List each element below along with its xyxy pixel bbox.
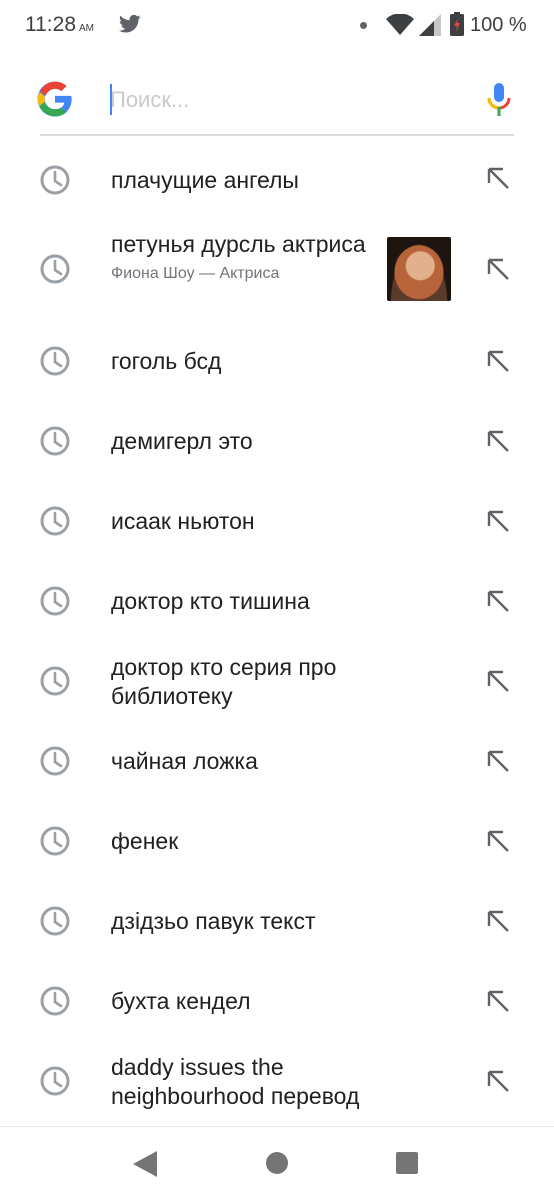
history-item[interactable]: плачущие ангелы <box>0 140 554 220</box>
history-item[interactable]: бухта кендел <box>0 960 554 1040</box>
fill-query-arrow-icon[interactable] <box>486 349 510 373</box>
signal-icon <box>419 14 441 36</box>
history-item-text: daddy issues the neighbourhood перевод <box>111 1054 360 1109</box>
battery-percent: 100 % <box>470 14 527 36</box>
clock-icon <box>40 165 70 195</box>
history-item[interactable]: демигерл это <box>0 400 554 480</box>
clock-icon <box>40 426 70 456</box>
back-icon[interactable] <box>133 1151 157 1177</box>
clock-icon <box>40 1066 70 1096</box>
battery-charging-icon <box>450 12 464 36</box>
fill-query-arrow-icon[interactable] <box>486 829 510 853</box>
history-item-text: плачущие ангелы <box>111 167 299 193</box>
history-item-text: гоголь бсд <box>111 348 222 374</box>
history-item-text: доктор кто тишина <box>111 588 310 614</box>
person-photo-thumbnail <box>387 237 451 301</box>
history-item[interactable]: дзідзьо павук текст <box>0 880 554 960</box>
fill-query-arrow-icon[interactable] <box>486 257 510 281</box>
search-input[interactable] <box>110 82 460 118</box>
clock-icon <box>40 906 70 936</box>
history-item-text: дзідзьо павук текст <box>111 908 316 934</box>
microphone-icon[interactable] <box>485 82 513 118</box>
fill-query-arrow-icon[interactable] <box>486 749 510 773</box>
clock-icon <box>40 746 70 776</box>
clock-icon <box>40 506 70 536</box>
clock-icon <box>40 586 70 616</box>
history-item[interactable]: гоголь бсд <box>0 320 554 400</box>
history-item-text: фенек <box>111 828 179 854</box>
clock-icon <box>40 986 70 1016</box>
clock-icon <box>40 826 70 856</box>
fill-query-arrow-icon[interactable] <box>486 589 510 613</box>
fill-query-arrow-icon[interactable] <box>486 989 510 1013</box>
search-bar <box>0 70 554 138</box>
history-item[interactable]: исаак ньютон <box>0 480 554 560</box>
status-time: 11:28 AM <box>25 13 94 36</box>
history-item-title: петунья дурсль актриса <box>111 231 366 257</box>
notification-dot-icon <box>360 22 367 29</box>
recents-icon[interactable] <box>396 1152 418 1174</box>
wifi-icon <box>386 14 414 35</box>
history-item-text: доктор кто серия про библиотеку <box>111 654 337 709</box>
clock-icon <box>40 346 70 376</box>
search-divider <box>40 134 514 136</box>
home-icon[interactable] <box>266 1152 288 1174</box>
fill-query-arrow-icon[interactable] <box>486 669 510 693</box>
history-item[interactable]: чайная ложка <box>0 720 554 800</box>
history-item[interactable]: доктор кто тишина <box>0 560 554 640</box>
fill-query-arrow-icon[interactable] <box>486 909 510 933</box>
history-item-text: чайная ложка <box>111 748 258 774</box>
google-logo[interactable] <box>36 80 74 118</box>
history-item-subtitle: Фиона Шоу — Актриса <box>111 265 280 282</box>
fill-query-arrow-icon[interactable] <box>486 166 510 190</box>
fill-query-arrow-icon[interactable] <box>486 429 510 453</box>
history-item-text: бухта кендел <box>111 988 251 1014</box>
history-item-text: демигерл это <box>111 428 253 454</box>
history-item-text: исаак ньютон <box>111 508 255 534</box>
clock-icon <box>40 666 70 696</box>
fill-query-arrow-icon[interactable] <box>486 1069 510 1093</box>
clock-icon <box>40 254 70 284</box>
history-item[interactable]: петунья дурсль актриса Фиона Шоу — Актри… <box>0 220 554 320</box>
fill-query-arrow-icon[interactable] <box>486 509 510 533</box>
text-cursor <box>110 84 112 115</box>
history-item-text: петунья дурсль актриса Фиона Шоу — Актри… <box>111 230 391 285</box>
history-item[interactable]: доктор кто серия про библиотеку <box>0 640 554 720</box>
history-item[interactable]: daddy issues the neighbourhood перевод <box>0 1040 554 1126</box>
twitter-icon <box>119 14 141 33</box>
navigation-bar <box>0 1127 554 1200</box>
history-item[interactable]: фенек <box>0 800 554 880</box>
status-bar: 11:28 AM 100 % <box>0 0 554 52</box>
